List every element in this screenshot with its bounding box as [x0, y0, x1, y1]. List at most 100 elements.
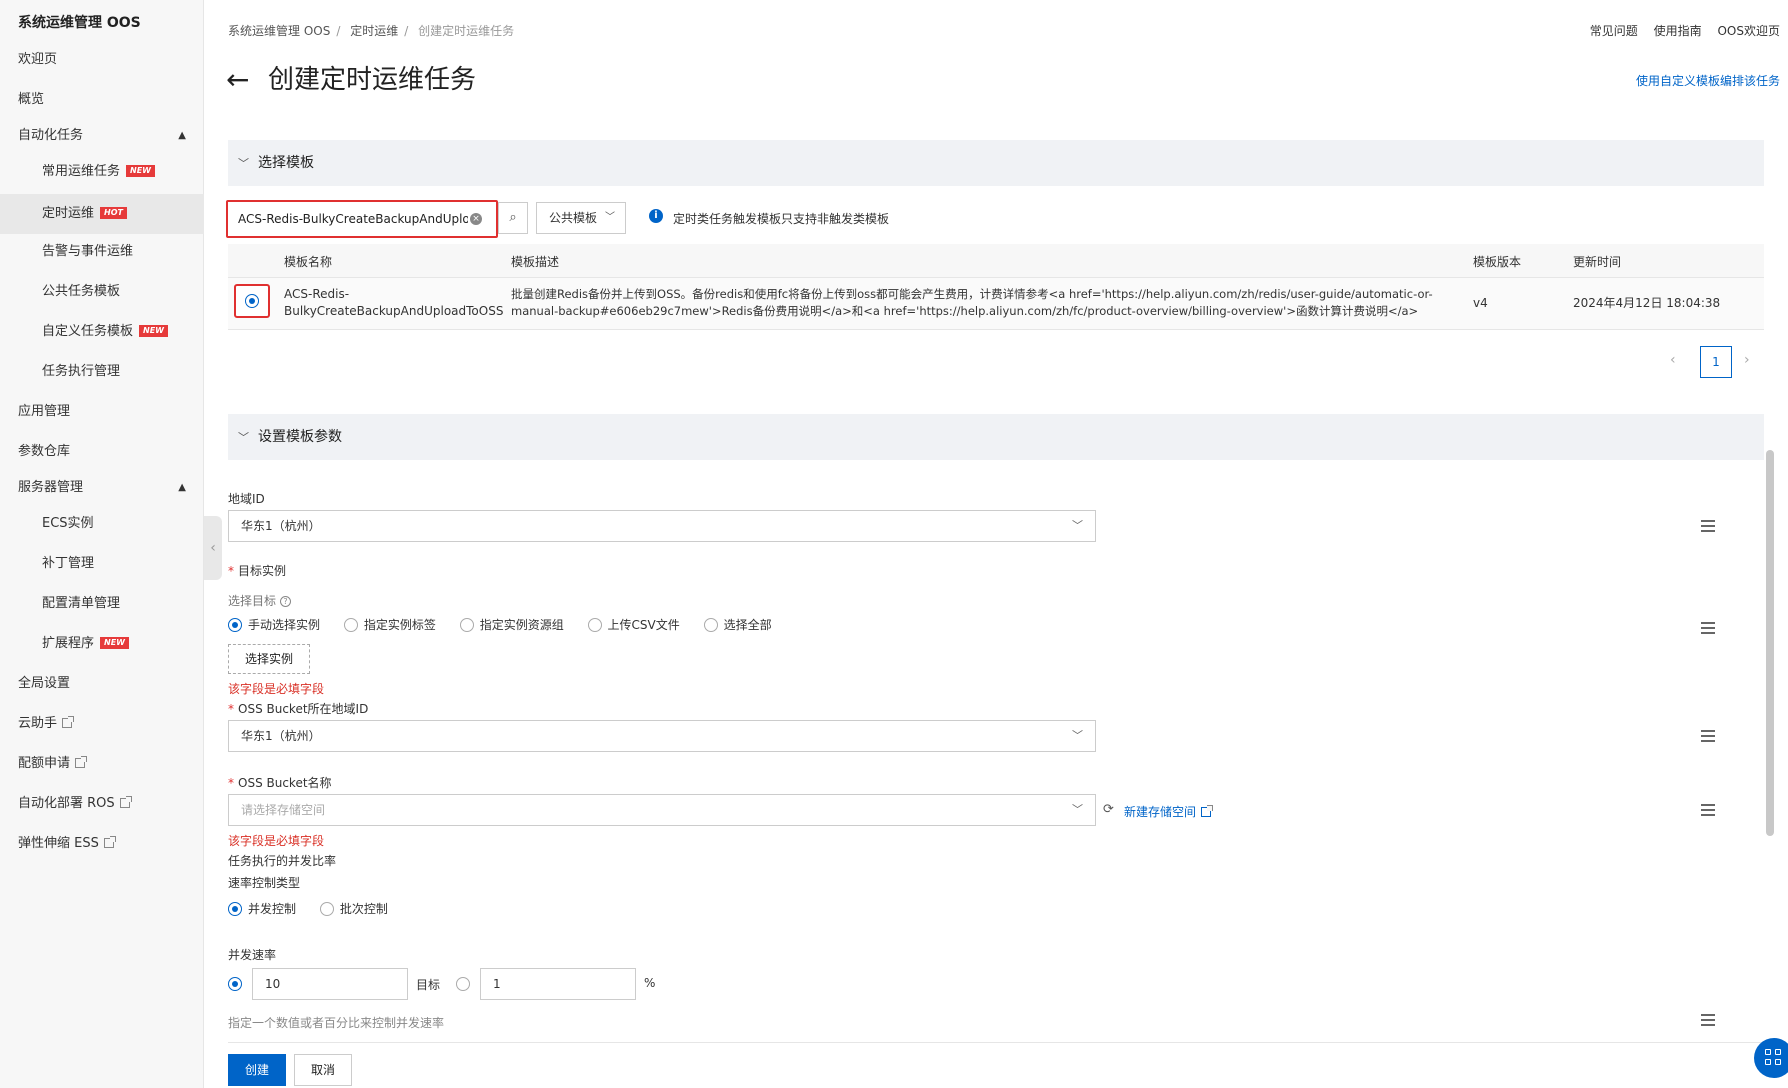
- chevron-left-icon[interactable]: ‹: [1670, 352, 1676, 368]
- template-type-select[interactable]: 公共模板 ﹀: [536, 202, 626, 234]
- template-name: ACS-Redis- BulkyCreateBackupAndUploadToO…: [284, 286, 503, 320]
- clear-icon[interactable]: ×: [470, 213, 482, 225]
- sidebar-item-custom-templates[interactable]: 自定义任务模板 NEW: [0, 314, 204, 350]
- new-bucket-link[interactable]: 新建存储空间: [1124, 803, 1214, 820]
- sidebar-item-extensions[interactable]: 扩展程序 NEW: [0, 626, 204, 662]
- radio-selected-icon: [228, 617, 242, 632]
- bucket-name-select[interactable]: 请选择存储空间 ﹀: [228, 794, 1096, 826]
- rate-type-options: 并发控制 批次控制: [228, 900, 408, 917]
- table-row[interactable]: ACS-Redis- BulkyCreateBackupAndUploadToO…: [228, 278, 1764, 330]
- sidebar-item-public-templates[interactable]: 公共任务模板: [0, 274, 204, 310]
- rate-percent-radio[interactable]: [456, 977, 470, 991]
- target-option-tags[interactable]: 指定实例标签: [343, 616, 436, 633]
- section-select-template[interactable]: ﹀ 选择模板: [228, 140, 1764, 186]
- sidebar-item-overview[interactable]: 概览: [0, 82, 204, 118]
- sidebar-item-scheduled[interactable]: 定时运维 HOT: [0, 194, 204, 234]
- row-select-radio[interactable]: [234, 284, 270, 318]
- required-error: 该字段是必填字段: [228, 682, 325, 696]
- sidebar-item-label: 配额申请: [18, 756, 71, 771]
- hot-badge: HOT: [100, 206, 127, 219]
- sidebar-item-executions[interactable]: 任务执行管理: [0, 354, 204, 390]
- help-icon[interactable]: ?: [280, 596, 292, 607]
- refresh-icon[interactable]: ⟳: [1103, 802, 1114, 817]
- region-select[interactable]: 华东1（杭州） ﹀: [228, 510, 1096, 542]
- sidebar-item-label: 自动化任务: [18, 128, 84, 143]
- apps-grid-icon[interactable]: [1754, 1038, 1788, 1078]
- chevron-down-icon: ﹀: [1072, 729, 1083, 742]
- target-option-manual[interactable]: 手动选择实例: [228, 616, 320, 633]
- sidebar-item-welcome[interactable]: 欢迎页: [0, 42, 204, 78]
- scrollbar[interactable]: [1766, 450, 1774, 836]
- parameter-list-icon[interactable]: [1700, 620, 1716, 636]
- template-search-input[interactable]: ACS-Redis-BulkyCreateBackupAndUplo ×: [226, 200, 498, 238]
- sidebar-item-label: 配置清单管理: [42, 596, 121, 611]
- select-target-text: 选择目标: [228, 594, 277, 608]
- sidebar-item-apps[interactable]: 应用管理: [0, 394, 204, 430]
- page-button[interactable]: 1: [1700, 346, 1732, 378]
- sidebar-item-label: 告警与事件运维: [42, 244, 134, 259]
- footer-divider: [228, 1042, 1764, 1043]
- sidebar-item-label: 服务器管理: [18, 480, 84, 495]
- target-option-resource-group[interactable]: 指定实例资源组: [459, 616, 564, 633]
- sidebar-item-global-settings[interactable]: 全局设置: [0, 666, 204, 702]
- region-value: 华东1（杭州）: [241, 519, 321, 533]
- sidebar-item-label: 参数仓库: [18, 444, 71, 459]
- create-button[interactable]: 创建: [228, 1054, 286, 1086]
- breadcrumb-link-scheduled[interactable]: 定时运维: [350, 24, 398, 38]
- option-label: 指定实例标签: [363, 618, 436, 632]
- sidebar-item-label: 欢迎页: [18, 52, 58, 67]
- parameter-list-icon[interactable]: [1700, 728, 1716, 744]
- sidebar-item-alarm[interactable]: 告警与事件运维: [0, 234, 204, 270]
- external-link-icon: [103, 835, 116, 848]
- radio-icon: [343, 617, 358, 632]
- guide-link[interactable]: 使用指南: [1654, 24, 1702, 38]
- sidebar-item-patch[interactable]: 补丁管理: [0, 546, 204, 582]
- sidebar-group-servers[interactable]: 服务器管理 ▲: [0, 470, 204, 506]
- section-title: 设置模板参数: [258, 429, 342, 445]
- parameter-list-icon[interactable]: [1700, 1012, 1716, 1028]
- sidebar-item-label: 应用管理: [18, 404, 71, 419]
- sidebar-collapse-handle[interactable]: ‹: [204, 516, 222, 580]
- breadcrumb-separator: /: [404, 24, 409, 38]
- template-updated: 2024年4月12日 18:04:38: [1573, 296, 1721, 310]
- back-arrow-icon[interactable]: ←: [226, 62, 249, 98]
- welcome-link[interactable]: OOS欢迎页: [1717, 24, 1780, 38]
- chevron-right-icon[interactable]: ›: [1744, 352, 1750, 368]
- chevron-down-icon: ﹀: [1072, 519, 1083, 532]
- sidebar-item-params[interactable]: 参数仓库: [0, 434, 204, 470]
- bucket-region-select[interactable]: 华东1（杭州） ﹀: [228, 720, 1096, 752]
- sidebar-item-ess[interactable]: 弹性伸缩 ESS: [0, 826, 204, 862]
- edit-with-custom-template-link[interactable]: 使用自定义模板编排该任务: [1636, 72, 1780, 89]
- rate-count-input[interactable]: 10: [252, 968, 408, 1000]
- parameter-list-icon[interactable]: [1700, 802, 1716, 818]
- target-option-all[interactable]: 选择全部: [703, 616, 772, 633]
- select-target-label: 选择目标?: [228, 592, 292, 609]
- faq-link[interactable]: 常见问题: [1590, 24, 1638, 38]
- section-template-params[interactable]: ﹀ 设置模板参数: [228, 414, 1764, 460]
- breadcrumb-link-oos[interactable]: 系统运维管理 OOS: [228, 24, 330, 38]
- rate-option-concurrency[interactable]: 并发控制: [228, 900, 296, 917]
- sidebar-item-label: 概览: [18, 92, 45, 107]
- select-instance-button[interactable]: 选择实例: [228, 644, 310, 674]
- bucket-region-value: 华东1（杭州）: [241, 729, 321, 743]
- sidebar-item-common-tasks[interactable]: 常用运维任务 NEW: [0, 154, 204, 190]
- sidebar-item-quota[interactable]: 配额申请: [0, 746, 204, 782]
- sidebar-item-ros[interactable]: 自动化部署 ROS: [0, 786, 204, 822]
- rate-percent-input[interactable]: 1: [480, 968, 636, 1000]
- sidebar-group-automation[interactable]: 自动化任务 ▲: [0, 118, 204, 154]
- sidebar-item-cloud-assistant[interactable]: 云助手: [0, 706, 204, 742]
- info-icon: i: [649, 209, 663, 223]
- sidebar-item-ecs[interactable]: ECS实例: [0, 506, 204, 542]
- sidebar-item-label: 常用运维任务: [42, 164, 121, 179]
- option-label: 选择全部: [723, 618, 772, 632]
- rate-count-radio[interactable]: [228, 977, 242, 991]
- sidebar-item-label: 全局设置: [18, 676, 71, 691]
- section-title: 选择模板: [258, 155, 314, 171]
- parameter-list-icon[interactable]: [1700, 518, 1716, 534]
- search-icon[interactable]: ⌕: [498, 202, 528, 234]
- target-option-csv[interactable]: 上传CSV文件: [587, 616, 680, 633]
- page-title: 创建定时运维任务: [268, 65, 477, 95]
- cancel-button[interactable]: 取消: [294, 1054, 352, 1086]
- rate-option-batch[interactable]: 批次控制: [319, 900, 388, 917]
- sidebar-item-inventory[interactable]: 配置清单管理: [0, 586, 204, 622]
